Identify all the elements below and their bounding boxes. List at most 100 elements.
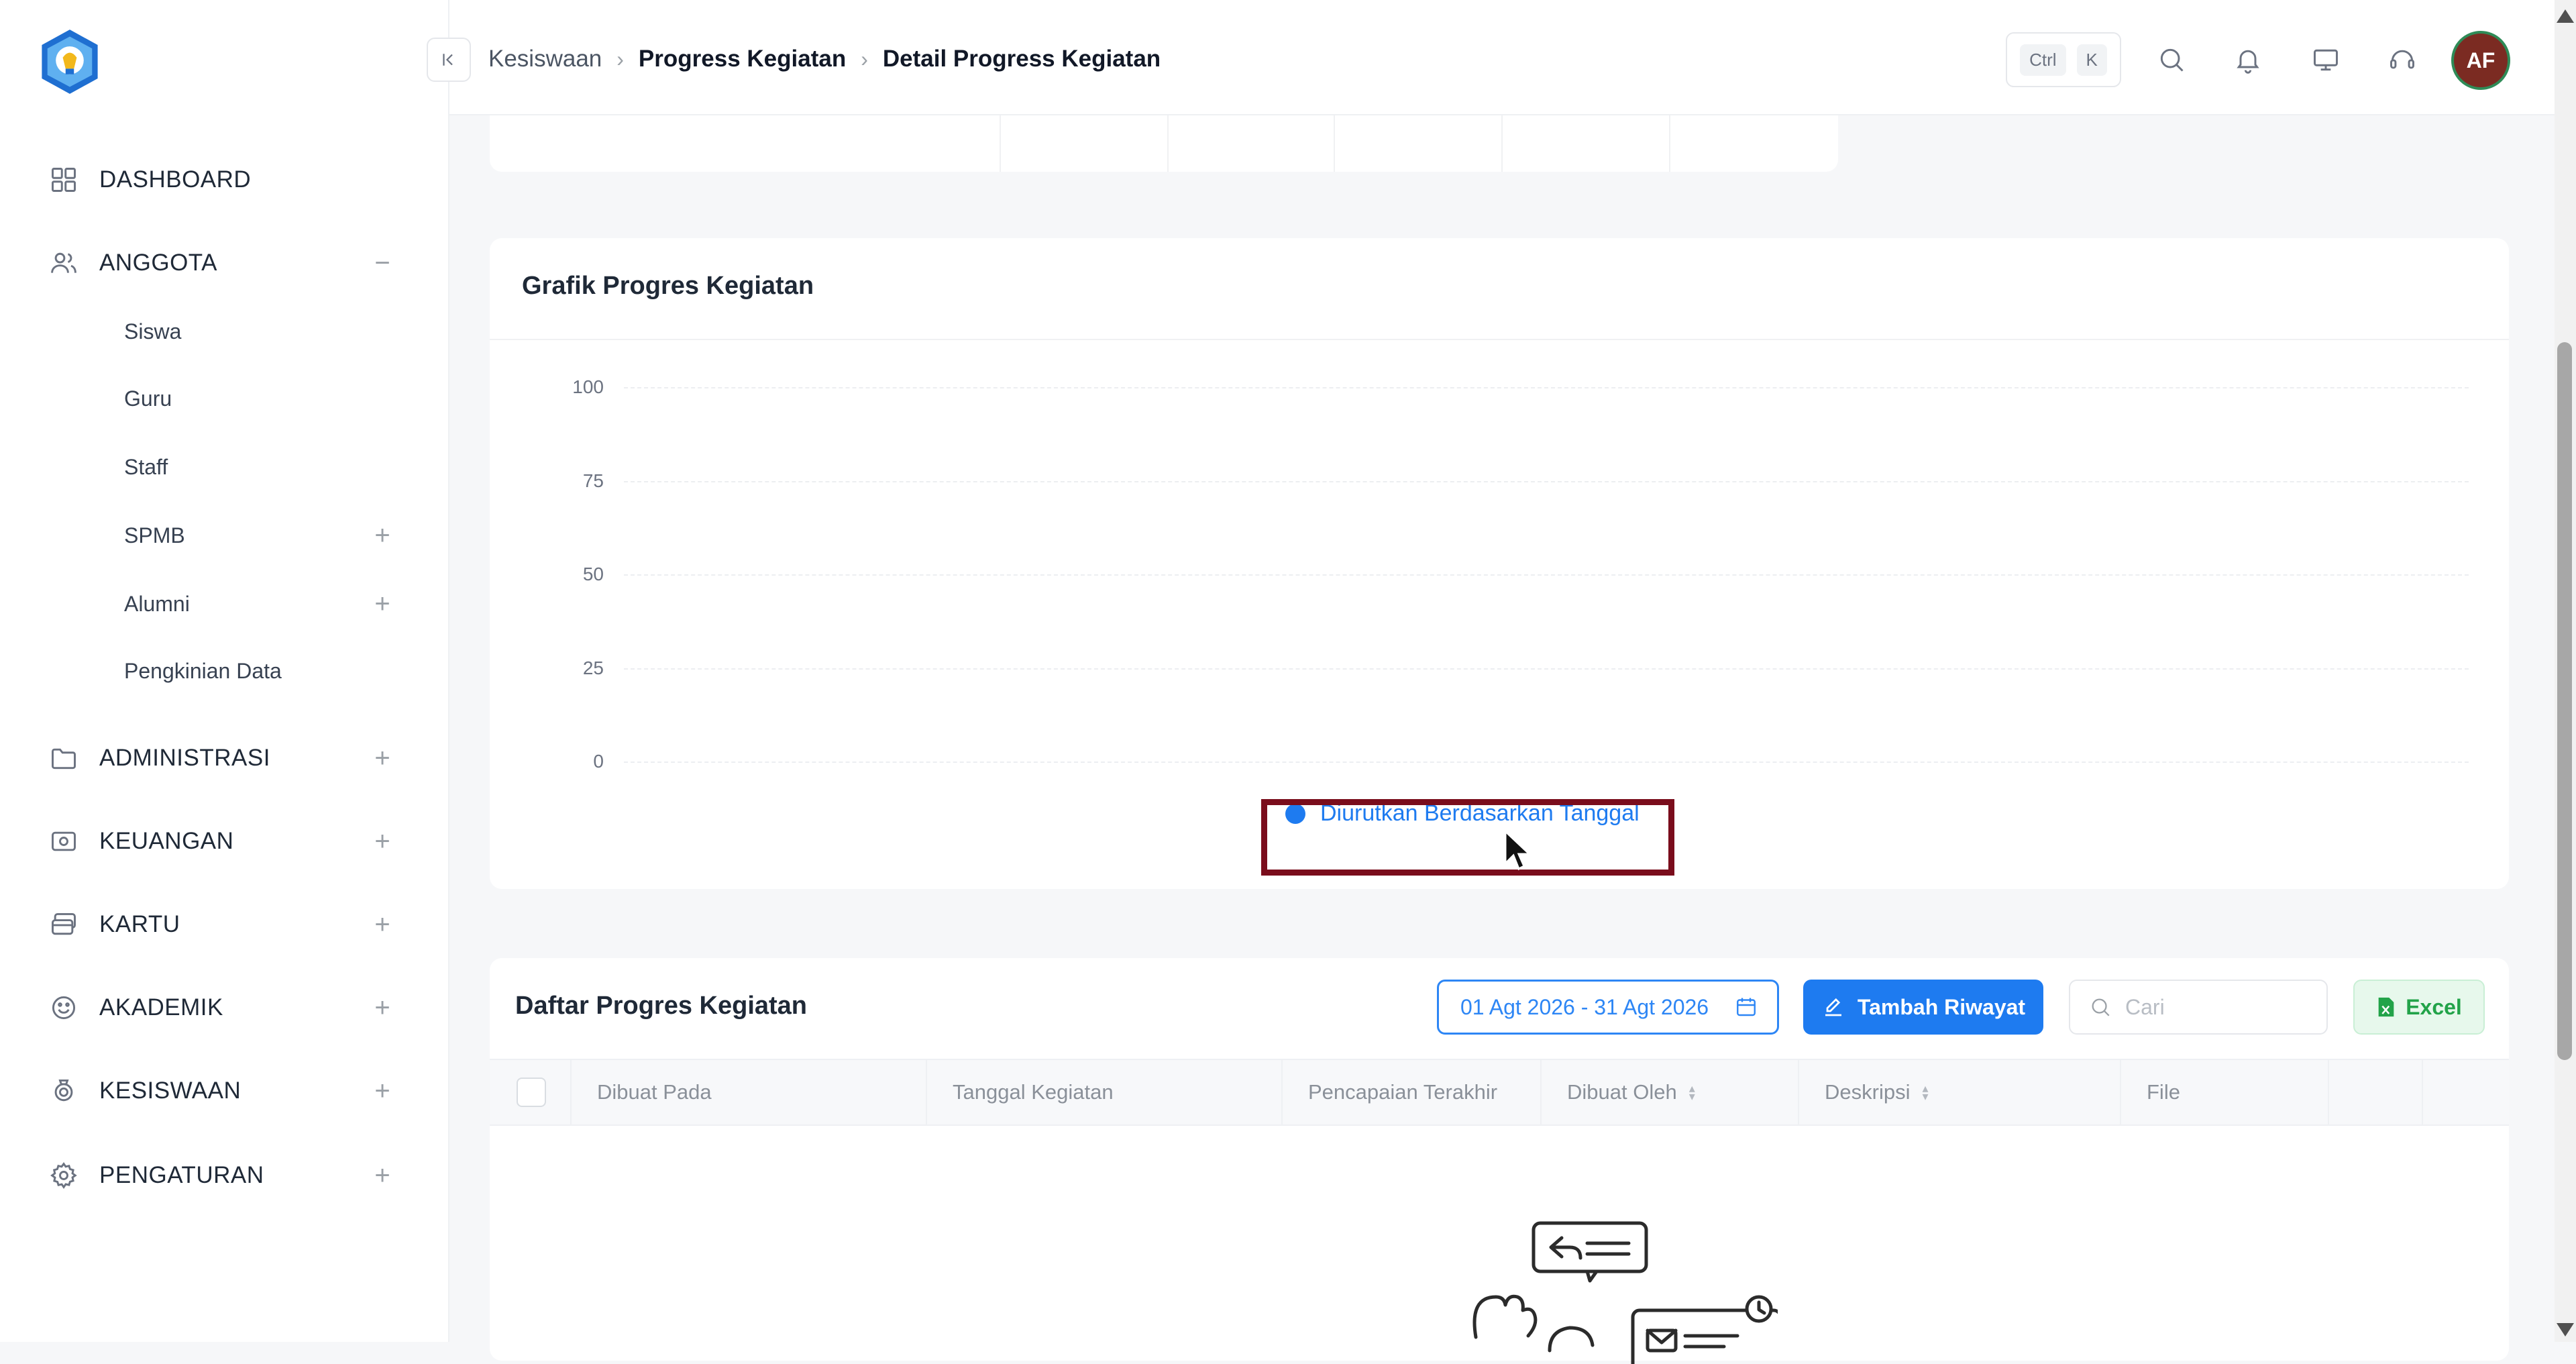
- divider: [1167, 115, 1169, 172]
- search-icon: [2092, 998, 2110, 1016]
- divider: [1334, 115, 1335, 172]
- divider: [1000, 115, 1001, 172]
- collapse-icon[interactable]: −: [369, 248, 396, 278]
- sidebar-subitem-label: Pengkinian Data: [124, 658, 282, 683]
- column-header-pencapaian-terakhir[interactable]: Pencapaian Terakhir: [1281, 1060, 1540, 1124]
- sidebar-item-label: ADMINISTRASI: [99, 745, 270, 771]
- table-title: Daftar Progres Kegiatan: [515, 992, 808, 1020]
- search-button[interactable]: [2151, 39, 2192, 81]
- card-icon: [47, 908, 80, 941]
- sidebar-item-label: PENGATURAN: [99, 1162, 264, 1188]
- export-excel-label: Excel: [2406, 994, 2462, 1019]
- select-all-checkbox[interactable]: [517, 1078, 546, 1107]
- search-input[interactable]: [2124, 994, 2301, 1020]
- date-range-value: 01 Agt 2026 - 31 Agt 2026: [1460, 994, 1709, 1019]
- bell-icon: [2237, 50, 2259, 74]
- divider: [490, 339, 2509, 340]
- column-header-dibuat-oleh[interactable]: Dibuat Oleh ▴ ▾: [1540, 1060, 1798, 1124]
- y-gridline: [624, 762, 2469, 763]
- breadcrumb-item-current: Detail Progress Kegiatan: [882, 46, 1161, 72]
- grid-icon: [47, 163, 80, 197]
- top-summary-card-partial: [490, 115, 1838, 172]
- scroll-up-icon[interactable]: [2557, 9, 2574, 23]
- collapse-sidebar-button[interactable]: [427, 38, 471, 82]
- expand-icon[interactable]: +: [369, 1161, 396, 1191]
- expand-icon[interactable]: +: [369, 827, 396, 857]
- expand-icon[interactable]: +: [369, 521, 396, 551]
- table-card: Daftar Progres Kegiatan 01 Agt 2026 - 31…: [490, 958, 2509, 1364]
- sidebar-subitem-label: Staff: [124, 454, 168, 479]
- sidebar-subitem-alumni[interactable]: Alumni +: [124, 585, 396, 623]
- sidebar-item-administrasi[interactable]: ADMINISTRASI +: [47, 738, 396, 778]
- y-gridline: [624, 668, 2469, 670]
- sidebar-subitem-staff[interactable]: Staff: [124, 448, 396, 486]
- display-button[interactable]: [2305, 39, 2347, 81]
- export-excel-button[interactable]: Excel: [2353, 980, 2485, 1035]
- y-tick-label: 100: [572, 376, 604, 397]
- sidebar-item-keuangan[interactable]: KEUANGAN +: [47, 821, 396, 861]
- sidebar-item-label: ANGGOTA: [99, 250, 217, 276]
- add-history-label: Tambah Riwayat: [1857, 994, 2026, 1019]
- table-header: Dibuat Pada Tanggal Kegiatan Pencapaian …: [490, 1059, 2509, 1126]
- sidebar-item-kesiswaan[interactable]: KESISWAAN +: [47, 1071, 396, 1111]
- y-tick-label: 50: [582, 564, 604, 584]
- money-icon: [47, 825, 80, 858]
- support-button[interactable]: [2381, 39, 2423, 81]
- sidebar-subitem-pengkinian-data[interactable]: Pengkinian Data: [124, 652, 396, 690]
- award-icon: [47, 1074, 80, 1108]
- y-gridline: [624, 574, 2469, 576]
- add-history-button[interactable]: Tambah Riwayat: [1803, 980, 2043, 1035]
- y-gridline: [624, 480, 2469, 482]
- column-label: Dibuat Pada: [597, 1080, 712, 1104]
- sidebar-item-kartu[interactable]: KARTU +: [47, 904, 396, 945]
- sidebar-item-pengaturan[interactable]: PENGATURAN +: [47, 1155, 396, 1196]
- chart-card: Grafik Progres Kegiatan 100 75 50 25 0 Diuru…: [490, 238, 2509, 889]
- expand-icon[interactable]: +: [369, 743, 396, 774]
- search-field[interactable]: [2069, 980, 2328, 1035]
- column-label: Dibuat Oleh: [1567, 1080, 1677, 1104]
- academic-icon: [47, 991, 80, 1025]
- sidebar-item-label: KESISWAAN: [99, 1078, 241, 1104]
- edit-icon: [1825, 998, 1841, 1016]
- sidebar-item-akademik[interactable]: AKADEMIK +: [47, 988, 396, 1028]
- scrollbar-thumb[interactable]: [2557, 342, 2572, 1060]
- sidebar-subitem-label: Siswa: [124, 319, 182, 344]
- school-logo[interactable]: [35, 27, 105, 97]
- breadcrumb-item-kesiswaan[interactable]: Kesiswaan: [488, 46, 602, 72]
- notifications-button[interactable]: [2227, 39, 2269, 81]
- column-header-dibuat-pada[interactable]: Dibuat Pada: [570, 1060, 926, 1124]
- sort-icon[interactable]: ▴ ▾: [1922, 1082, 1928, 1102]
- expand-icon[interactable]: +: [369, 910, 396, 940]
- avatar[interactable]: AF: [2451, 31, 2510, 90]
- chart-title: Grafik Progres Kegiatan: [522, 272, 814, 300]
- monitor-icon: [2314, 49, 2338, 71]
- chevron-right-icon: ›: [616, 46, 624, 71]
- sidebar-subitem-siswa[interactable]: Siswa: [124, 313, 396, 350]
- column-header-file[interactable]: File: [2120, 1060, 2328, 1124]
- sidebar-item-anggota[interactable]: ANGGOTA −: [47, 243, 396, 283]
- collapse-left-icon: [443, 54, 453, 66]
- expand-icon[interactable]: +: [369, 993, 396, 1023]
- breadcrumb: Kesiswaan › Progress Kegiatan › Detail P…: [488, 40, 1161, 78]
- highlight-box: [1261, 799, 1674, 876]
- y-tick-label: 75: [582, 470, 604, 491]
- sidebar-subitem-guru[interactable]: Guru: [124, 380, 396, 417]
- users-icon: [47, 246, 80, 280]
- sidebar-item-label: KEUANGAN: [99, 828, 234, 854]
- expand-icon[interactable]: +: [369, 589, 396, 619]
- sort-icon[interactable]: ▴ ▾: [1689, 1082, 1695, 1102]
- column-header-actions: [2328, 1060, 2422, 1124]
- date-range-picker[interactable]: 01 Agt 2026 - 31 Agt 2026: [1437, 980, 1779, 1035]
- sidebar-item-label: AKADEMIK: [99, 994, 223, 1020]
- expand-icon[interactable]: +: [369, 1076, 396, 1106]
- sidebar-subitem-spmb[interactable]: SPMB +: [124, 517, 396, 554]
- breadcrumb-item-progress-kegiatan[interactable]: Progress Kegiatan: [639, 46, 846, 72]
- scroll-down-icon[interactable]: [2557, 1323, 2574, 1336]
- sidebar-item-label: DASHBOARD: [99, 166, 252, 193]
- column-header-deskripsi[interactable]: Deskripsi ▴ ▾: [1798, 1060, 2120, 1124]
- spreadsheet-icon: [2378, 997, 2394, 1017]
- command-palette-shortcut[interactable]: Ctrl K: [2006, 32, 2121, 87]
- empty-state-illustration: [1472, 1221, 1778, 1364]
- sidebar-item-dashboard[interactable]: DASHBOARD: [47, 160, 396, 200]
- column-header-tanggal-kegiatan[interactable]: Tanggal Kegiatan: [926, 1060, 1281, 1124]
